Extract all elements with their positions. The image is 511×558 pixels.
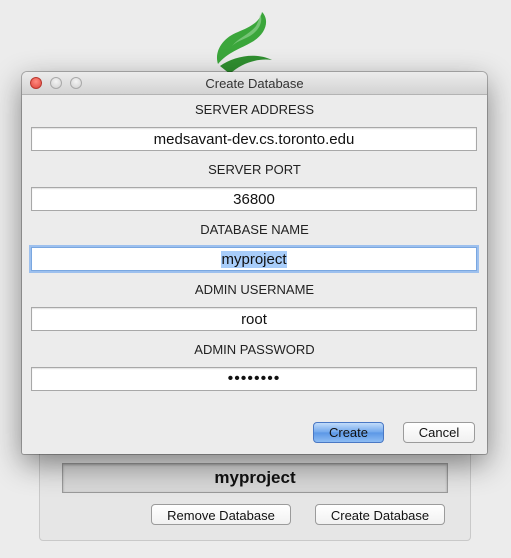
server-port-label: SERVER PORT (208, 162, 301, 177)
cancel-button[interactable]: Cancel (403, 422, 475, 443)
dialog-title: Create Database (205, 76, 304, 91)
database-name-selected-text: myproject (221, 251, 287, 268)
server-address-field[interactable]: medsavant-dev.cs.toronto.edu (31, 127, 477, 151)
remove-database-button[interactable]: Remove Database (151, 504, 291, 525)
admin-username-field[interactable]: root (31, 307, 477, 331)
app-logo-icon (216, 12, 272, 74)
current-database-name: myproject (62, 463, 448, 493)
create-button[interactable]: Create (313, 422, 384, 443)
admin-password-field[interactable]: •••••••• (31, 367, 477, 391)
create-database-dialog: Create Database SERVER ADDRESS medsavant… (22, 72, 487, 454)
create-database-button[interactable]: Create Database (315, 504, 445, 525)
database-name-label: DATABASE NAME (200, 222, 309, 237)
database-name-field[interactable]: myproject (31, 247, 477, 271)
server-port-field[interactable]: 36800 (31, 187, 477, 211)
server-address-label: SERVER ADDRESS (195, 102, 314, 117)
admin-username-label: ADMIN USERNAME (194, 282, 315, 297)
admin-password-label: ADMIN PASSWORD (194, 342, 315, 357)
